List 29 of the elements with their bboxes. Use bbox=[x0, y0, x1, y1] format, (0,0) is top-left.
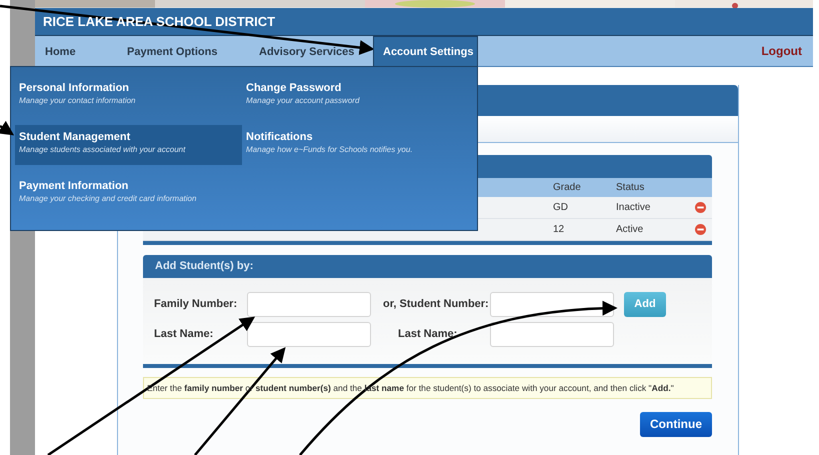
last-name-field[interactable] bbox=[247, 322, 371, 347]
nav-tab[interactable]: Home bbox=[35, 36, 117, 66]
field-label: Last Name: bbox=[154, 328, 214, 340]
menu-item[interactable]: Personal Information Manage your contact information bbox=[15, 76, 242, 116]
remove-icon[interactable] bbox=[695, 224, 706, 235]
table-cell-text: GD bbox=[553, 202, 569, 213]
field-label: Last Name: bbox=[397, 328, 458, 340]
family-number-field[interactable] bbox=[247, 292, 371, 317]
continue-button[interactable]: Continue bbox=[640, 412, 712, 437]
nav-tab[interactable]: Payment Options bbox=[117, 36, 249, 66]
section-title: Add Student(s) by: bbox=[155, 260, 254, 272]
column-header: Grade bbox=[553, 182, 582, 193]
annotation-arrow bbox=[0, 120, 14, 136]
field-label: or, Student Number: bbox=[382, 298, 490, 310]
remove-icon[interactable] bbox=[695, 202, 706, 213]
table-cell-text: 12 bbox=[553, 224, 566, 235]
table-cell-text: Active bbox=[616, 224, 644, 235]
table-cell-text: Inactive bbox=[616, 202, 652, 213]
student-number-field[interactable] bbox=[490, 292, 614, 317]
menu-item[interactable]: Student Management Manage students associated with your account bbox=[15, 125, 242, 165]
menu-item[interactable]: Change Password Manage your account password bbox=[242, 76, 469, 116]
logout-link[interactable]: Logout bbox=[761, 44, 813, 58]
last-name-field[interactable] bbox=[490, 322, 614, 347]
nav-tab[interactable]: Account Settings bbox=[373, 36, 478, 66]
field-label: Family Number: bbox=[154, 298, 238, 310]
nav-tab[interactable]: Advisory Services bbox=[249, 36, 373, 66]
menu-item[interactable]: Payment Information Manage your checking and credit card information bbox=[15, 174, 242, 214]
menu-item[interactable]: Notifications Manage how e~Funds for Schools notifies you. bbox=[242, 125, 469, 165]
column-header: Status bbox=[616, 182, 646, 193]
